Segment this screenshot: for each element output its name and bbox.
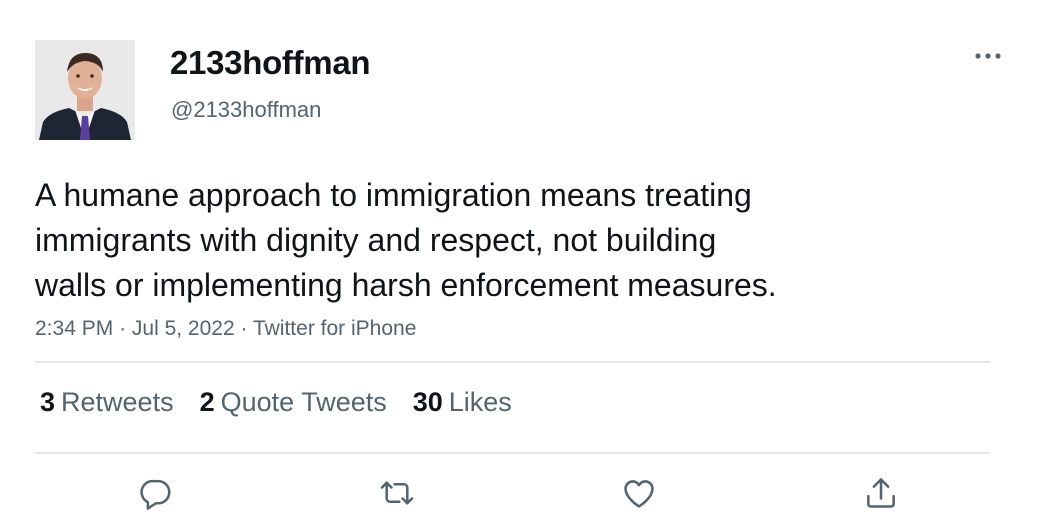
more-horizontal-icon [975,53,1001,59]
retweets-count: 3 [40,387,56,417]
display-name[interactable]: 2133hoffman [170,44,371,82]
tweet-text-line: walls or implementing harsh enforcement … [35,267,777,303]
quote-tweets-stat[interactable]: 2 Quote Tweets [200,387,387,418]
likes-label: Likes [448,387,512,417]
heart-icon [624,480,654,508]
tweet-text-line: A humane approach to immigration means t… [35,177,752,213]
avatar[interactable] [35,40,135,140]
tweet-source[interactable]: Twitter for iPhone [253,317,416,340]
user-handle[interactable]: @2133hoffman [171,97,321,123]
tweet-date[interactable]: Jul 5, 2022 [132,317,235,340]
likes-count: 30 [412,387,443,417]
likes-stat[interactable]: 30 Likes [413,387,512,418]
quote-tweets-count: 2 [199,387,215,417]
share-icon [867,478,895,508]
retweets-label: Retweets [61,387,174,417]
meta-separator: · [119,317,127,340]
retweet-icon [380,481,414,505]
avatar-photo [35,40,135,140]
divider [35,361,990,363]
share-button[interactable] [862,474,902,514]
meta-separator: · [240,317,248,340]
retweets-stat[interactable]: 3 Retweets [40,387,174,418]
like-button[interactable] [620,474,660,514]
retweet-button[interactable] [378,474,418,514]
tweet-text: A humane approach to immigration means t… [35,173,895,308]
divider [35,452,990,454]
tweet-metadata: 2:34 PM · Jul 5, 2022 · Twitter for iPho… [35,317,416,341]
tweet-card: 2133hoffman @2133hoffman A humane approa… [0,0,1050,525]
reply-button[interactable] [136,474,176,514]
reply-icon [140,479,171,510]
tweet-time[interactable]: 2:34 PM [35,317,113,340]
quote-tweets-label: Quote Tweets [220,387,387,417]
tweet-text-line: immigrants with dignity and respect, not… [35,222,717,258]
more-options-button[interactable] [972,45,1004,67]
engagement-stats: 3 Retweets 2 Quote Tweets 30 Likes [40,387,538,418]
